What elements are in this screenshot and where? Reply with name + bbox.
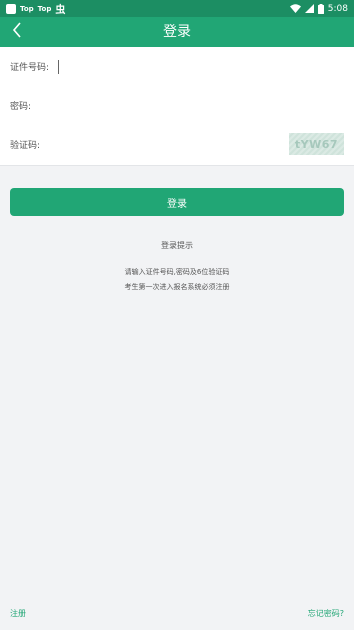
id-number-input[interactable]	[58, 59, 354, 74]
register-link[interactable]: 注册	[10, 608, 26, 619]
notification-app-label: Top	[20, 4, 34, 13]
notification-app-label: Top	[37, 4, 52, 13]
id-number-row: 证件号码:	[0, 47, 354, 86]
captcha-label: 验证码:	[10, 141, 41, 151]
wifi-icon	[289, 4, 301, 13]
login-tips-title: 登录提示	[161, 241, 193, 250]
captcha-image[interactable]: tYW67	[289, 133, 344, 155]
id-number-label: 证件号码:	[10, 63, 50, 73]
password-row: 密码:	[0, 86, 354, 125]
login-button[interactable]: 登录	[10, 188, 344, 216]
status-bar: Top Top 虫 5:08	[0, 0, 354, 17]
page-title: 登录	[163, 24, 191, 40]
notification-square-icon	[6, 3, 16, 14]
signal-icon	[304, 4, 314, 13]
password-input[interactable]	[58, 94, 354, 117]
password-label: 密码:	[10, 102, 32, 112]
login-tip-line: 请输入证件号码,密码及6位验证码	[124, 268, 230, 276]
captcha-input[interactable]	[58, 133, 284, 156]
login-tip-line: 考生第一次进入报名系统必须注册	[124, 283, 230, 291]
forgot-password-link[interactable]: 忘记密码?	[308, 608, 344, 619]
status-time: 5:08	[327, 3, 348, 14]
battery-icon	[317, 3, 324, 14]
status-bar-right: 5:08	[289, 3, 354, 14]
notification-glyph: 虫	[55, 5, 66, 16]
app-header: 登录	[0, 17, 354, 47]
status-bar-left: Top Top 虫	[0, 1, 65, 16]
